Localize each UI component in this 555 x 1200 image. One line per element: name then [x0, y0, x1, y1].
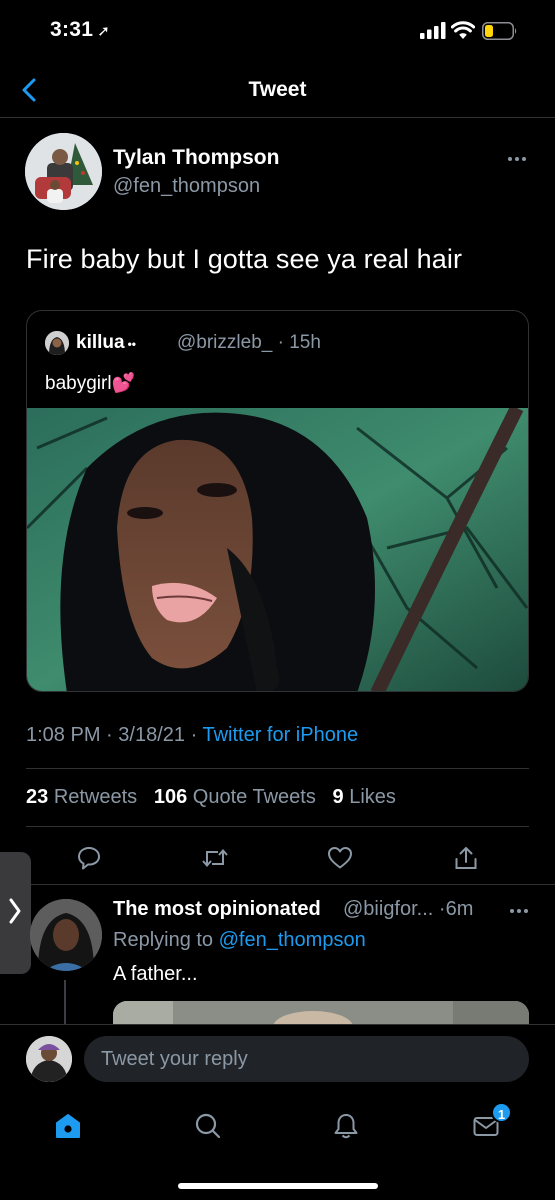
reply-time: ·6m — [438, 898, 474, 920]
likes-stat[interactable]: 9 Likes — [333, 786, 396, 808]
search-icon — [195, 1113, 221, 1139]
author-avatar[interactable] — [25, 133, 102, 210]
reply-composer — [0, 1024, 555, 1094]
quoted-author-name-text: killua — [76, 332, 125, 353]
like-button[interactable] — [320, 838, 360, 878]
reply-icon — [78, 847, 100, 870]
quoted-text: babygirl — [45, 373, 112, 394]
quoted-tweet[interactable]: killua •• @brizzleb_ · 15h babygirl💕 — [26, 310, 529, 692]
reply-input[interactable] — [84, 1036, 529, 1082]
retweets-label: Retweets — [53, 786, 138, 808]
retweet-icon — [202, 848, 228, 868]
retweets-stat[interactable]: 23 Retweets — [26, 786, 137, 808]
tweet-actions — [0, 838, 555, 878]
tab-notifications[interactable] — [326, 1106, 366, 1146]
reply-author-avatar[interactable] — [30, 899, 102, 971]
engagement-stats: 23 Retweets 106 Quote Tweets 9 Likes — [26, 786, 396, 809]
quoted-tweet-photo[interactable] — [27, 404, 528, 691]
likes-count: 9 — [332, 786, 344, 808]
quoted-author-avatar — [45, 331, 69, 355]
meta-separator: · — [106, 724, 113, 746]
quoted-tweet-text: babygirl💕 — [45, 371, 135, 395]
quoted-author-handle: @brizzleb_ · 15h — [177, 332, 321, 354]
thread-line — [64, 980, 66, 1024]
share-icon — [455, 847, 477, 869]
share-button[interactable] — [446, 838, 486, 878]
wifi-icon — [451, 21, 475, 39]
bell-icon — [334, 1114, 358, 1139]
chevron-right-icon — [9, 898, 21, 924]
current-user-avatar — [26, 1036, 72, 1082]
tab-home[interactable] — [48, 1106, 88, 1146]
divider — [26, 768, 529, 769]
replying-to: Replying to @fen_thompson — [113, 929, 366, 952]
meta-separator: · — [190, 724, 198, 746]
tweet-date: 3/18/21 — [118, 724, 186, 746]
divider — [0, 884, 555, 885]
navigation-bar: Tweet — [0, 64, 555, 118]
retweets-count: 23 — [26, 786, 49, 808]
author-handle[interactable]: @fen_thompson — [113, 175, 260, 198]
quoted-author-name: killua •• — [76, 332, 136, 354]
quote-tweets-label: Quote Tweets — [192, 786, 316, 808]
reply-button[interactable] — [69, 838, 109, 878]
quote-tweets-count: 106 — [153, 786, 188, 808]
tweet-time: 1:08 PM — [26, 724, 101, 746]
retweet-button[interactable] — [195, 838, 235, 878]
status-time: 3:31 ➚ — [50, 18, 110, 42]
reply-text: A father... — [113, 963, 198, 985]
reply-author-name[interactable]: The most opinionated — [113, 898, 321, 921]
home-icon — [56, 1114, 80, 1138]
reply-handle-text: @biigfor... — [343, 898, 434, 920]
quote-tweets-stat[interactable]: 106 Quote Tweets — [154, 786, 316, 808]
reply-more-icon[interactable] — [508, 900, 530, 922]
location-arrow-icon: ➚ — [97, 23, 111, 40]
more-options-icon[interactable] — [506, 148, 528, 170]
tab-search[interactable] — [188, 1106, 228, 1146]
quoted-author-name-suffix: •• — [127, 337, 136, 351]
replying-to-label: Replying to — [113, 929, 214, 951]
battery-icon — [482, 22, 517, 40]
two-hearts-emoji: 💕 — [111, 373, 136, 394]
tweet-source-link[interactable]: Twitter for iPhone — [202, 724, 358, 746]
divider — [26, 826, 529, 827]
cellular-signal-icon — [420, 22, 446, 39]
tweet-metadata: 1:08 PM · 3/18/21 · Twitter for iPhone — [26, 724, 358, 747]
clock-text: 3:31 — [50, 18, 94, 41]
quoted-handle-text: @brizzleb_ — [177, 332, 273, 353]
messages-badge: 1 — [491, 1102, 512, 1123]
home-indicator — [178, 1183, 378, 1189]
heart-icon — [328, 847, 352, 869]
replying-to-mention[interactable]: @fen_thompson — [219, 929, 366, 951]
author-name[interactable]: Tylan Thompson — [113, 146, 279, 170]
side-panel-handle[interactable] — [0, 852, 31, 974]
reply-author-handle[interactable]: @biigfor... ·6m — [343, 898, 473, 921]
likes-label: Likes — [349, 786, 396, 808]
reply-media-preview[interactable] — [113, 1001, 529, 1024]
tweet-text: Fire baby but I gotta see ya real hair — [26, 244, 463, 274]
page-title: Tweet — [248, 78, 307, 101]
status-bar: 3:31 ➚ — [0, 0, 555, 64]
quoted-time: · 15h — [277, 332, 321, 353]
